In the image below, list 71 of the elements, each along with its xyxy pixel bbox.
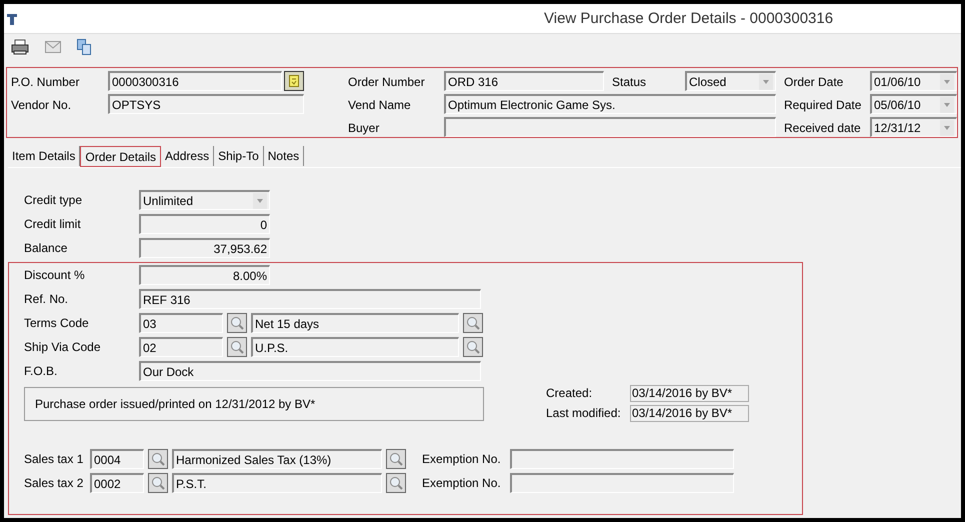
search-icon — [466, 340, 480, 354]
balance-field: 37,953.62 — [139, 238, 270, 258]
search-button[interactable] — [227, 337, 247, 357]
tax-name-field: Harmonized Sales Tax (13%) — [172, 449, 382, 469]
search-icon — [151, 476, 165, 490]
field-label: Sales tax 1 — [23, 452, 84, 466]
field-label: Received date — [783, 121, 862, 135]
tab[interactable]: Order Details — [80, 146, 162, 167]
date-picker[interactable]: 12/31/12 — [870, 117, 957, 137]
lookup-button[interactable] — [284, 71, 304, 91]
note-icon — [289, 75, 299, 87]
description-field: Net 15 days — [251, 313, 459, 333]
field-label: Balance — [23, 241, 68, 255]
search-icon — [466, 316, 480, 330]
discount-field: 8.00% — [139, 265, 270, 285]
credit-type-dropdown[interactable]: Unlimited — [139, 190, 270, 210]
created-field: 03/14/2016 by BV* — [630, 384, 749, 402]
field-label: P.O. Number — [11, 75, 80, 89]
search-icon — [230, 316, 244, 330]
field-label: Sales tax 2 — [23, 476, 84, 490]
field-label: Credit limit — [23, 217, 82, 231]
field-label: Exemption No. — [421, 452, 502, 466]
date-picker[interactable]: 05/06/10 — [870, 94, 957, 114]
app-icon — [7, 12, 17, 24]
field-label: Created: — [546, 386, 594, 400]
field-label: Vendor No. — [11, 98, 72, 112]
search-icon — [230, 340, 244, 354]
credit-limit-field: 0 — [139, 214, 270, 234]
field-label: Vend Name — [348, 98, 412, 112]
order-number-field: ORD 316 — [444, 71, 604, 91]
printer-icon[interactable] — [11, 39, 29, 55]
date-picker[interactable]: 01/06/10 — [870, 71, 957, 91]
field-label: Exemption No. — [421, 476, 502, 490]
field-label: Status — [611, 75, 648, 89]
tax-name-field: P.S.T. — [172, 473, 382, 493]
field-label: Order Date — [783, 75, 844, 89]
field-label: F.O.B. — [23, 364, 58, 378]
field-label: Required Date — [783, 98, 862, 112]
reference-field: REF 316 — [139, 289, 481, 309]
search-button[interactable] — [386, 473, 406, 493]
window-title: View Purchase Order Details - 0000300316 — [544, 10, 834, 27]
search-button[interactable] — [463, 313, 483, 333]
vendor-field: OPTSYS — [108, 94, 304, 114]
po-number-field: 0000300316 — [108, 71, 282, 91]
fob-field: Our Dock — [139, 361, 481, 381]
field-label: Discount % — [23, 268, 86, 282]
field-label: Order Number — [348, 75, 426, 89]
search-button[interactable] — [148, 449, 168, 469]
field-label: Last modified: — [546, 406, 622, 420]
status-note: Purchase order issued/printed on 12/31/2012 by BV* — [24, 387, 484, 421]
search-button[interactable] — [227, 313, 247, 333]
field-label: Buyer — [348, 121, 380, 135]
search-icon — [389, 452, 403, 466]
search-icon — [151, 452, 165, 466]
field-label: Credit type — [23, 193, 84, 207]
vendor-name-field: Optimum Electronic Game Sys. — [444, 94, 776, 114]
tax-code-field: 0002 — [90, 473, 144, 493]
search-button[interactable] — [463, 337, 483, 357]
search-button[interactable] — [386, 449, 406, 469]
status-dropdown[interactable]: Closed — [685, 71, 776, 91]
field-label: Ship Via Code — [23, 340, 102, 354]
description-field: U.P.S. — [251, 337, 459, 357]
field-label: Terms Code — [23, 316, 90, 330]
code-field: 02 — [139, 337, 223, 357]
search-button[interactable] — [148, 473, 168, 493]
tax-code-field: 0004 — [90, 449, 144, 469]
field-label: Ref. No. — [23, 292, 70, 306]
modified-field: 03/14/2016 by BV* — [630, 404, 749, 422]
search-icon — [389, 476, 403, 490]
code-field: 03 — [139, 313, 223, 333]
copy-icon[interactable] — [77, 39, 91, 55]
